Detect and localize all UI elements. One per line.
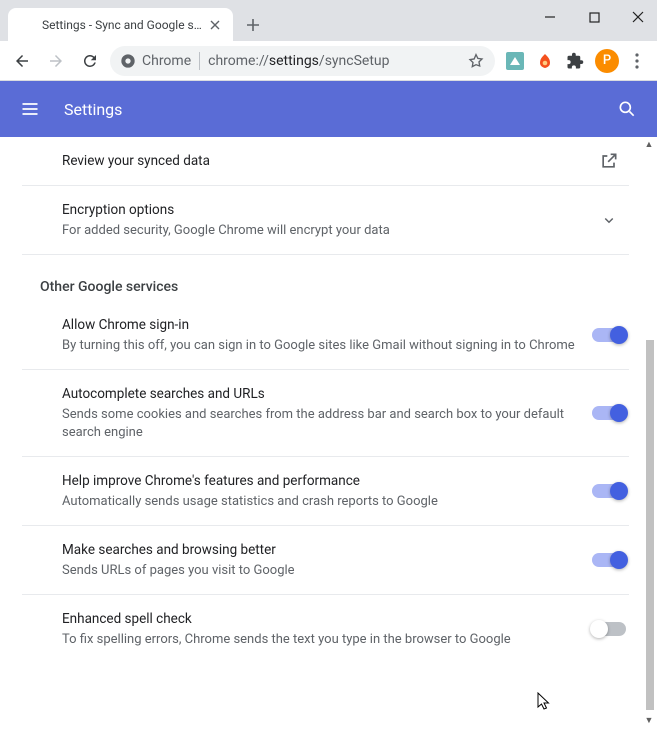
toggle-switch[interactable] <box>592 406 626 420</box>
row-title: Make searches and browsing better <box>62 540 577 560</box>
bookmark-star-icon[interactable] <box>467 52 485 70</box>
reload-button[interactable] <box>76 47 104 75</box>
extensions-puzzle-icon[interactable] <box>565 51 585 71</box>
row-subtitle: By turning this off, you can sign in to … <box>62 337 577 355</box>
gear-icon <box>18 17 34 33</box>
row-title: Autocomplete searches and URLs <box>62 384 577 404</box>
row-title: Enhanced spell check <box>62 609 577 629</box>
scrollbar-thumb[interactable] <box>646 340 654 710</box>
setting-row: Make searches and browsing better Sends U… <box>22 526 629 595</box>
toggle-switch[interactable] <box>592 553 626 567</box>
setting-row: Autocomplete searches and URLsSends some… <box>22 370 629 457</box>
forward-button <box>42 47 70 75</box>
section-header-other-services: Other Google services <box>22 255 629 301</box>
window-titlebar: Settings - Sync and Google servic <box>0 0 657 41</box>
toggle-switch[interactable] <box>592 622 626 636</box>
chrome-icon <box>120 53 136 69</box>
site-chip-label: Chrome <box>142 53 191 69</box>
open-external-icon[interactable] <box>589 151 629 171</box>
row-title: Encryption options <box>62 200 577 220</box>
toggle-switch[interactable] <box>592 484 626 498</box>
window-maximize-button[interactable] <box>581 4 607 30</box>
row-subtitle: Sends URLs of pages you visit to Google <box>62 562 577 580</box>
hamburger-icon[interactable] <box>20 99 40 119</box>
tab-title: Settings - Sync and Google servic <box>42 18 207 32</box>
extension-icons: P <box>501 49 649 73</box>
row-subtitle: To fix spelling errors, Chrome sends the… <box>62 631 577 649</box>
kebab-menu-icon[interactable] <box>629 53 645 69</box>
url-text: chrome://settings/syncSetup <box>208 53 459 69</box>
chevron-down-icon[interactable] <box>589 211 629 229</box>
browser-toolbar: Chrome chrome://settings/syncSetup P <box>0 41 657 81</box>
encryption-options-row[interactable]: Encryption options For added security, G… <box>22 186 629 255</box>
site-chip: Chrome <box>120 53 191 69</box>
close-icon[interactable] <box>207 17 223 33</box>
settings-header: Settings <box>0 81 657 137</box>
row-title: Allow Chrome sign-in <box>62 315 577 335</box>
row-subtitle: For added security, Google Chrome will e… <box>62 222 577 240</box>
window-minimize-button[interactable] <box>537 4 563 30</box>
new-tab-button[interactable] <box>239 11 267 39</box>
extension-icon-1[interactable] <box>505 51 525 71</box>
scrollbar-up-arrow[interactable]: ▲ <box>644 139 654 149</box>
setting-row: Help improve Chrome's features and perfo… <box>22 457 629 526</box>
profile-avatar[interactable]: P <box>595 49 619 73</box>
page-title: Settings <box>64 100 122 119</box>
row-title: Review your synced data <box>62 151 577 171</box>
separator <box>199 52 200 70</box>
search-icon[interactable] <box>617 99 637 119</box>
row-subtitle: Sends some cookies and searches from the… <box>62 406 577 442</box>
address-bar[interactable]: Chrome chrome://settings/syncSetup <box>110 46 495 76</box>
toggle-switch[interactable] <box>592 328 626 342</box>
back-button[interactable] <box>8 47 36 75</box>
window-close-button[interactable] <box>625 4 651 30</box>
browser-tab[interactable]: Settings - Sync and Google servic <box>8 8 233 41</box>
row-title: Help improve Chrome's features and perfo… <box>62 471 577 491</box>
setting-row: Allow Chrome sign-in By turning this off,… <box>22 301 629 370</box>
scrollbar-down-arrow[interactable]: ▼ <box>644 715 654 725</box>
review-synced-data-row[interactable]: Review your synced data <box>22 137 629 186</box>
setting-row: Enhanced spell check To fix spelling erro… <box>22 595 629 663</box>
extension-icon-2[interactable] <box>535 51 555 71</box>
row-subtitle: Automatically sends usage statistics and… <box>62 493 577 511</box>
